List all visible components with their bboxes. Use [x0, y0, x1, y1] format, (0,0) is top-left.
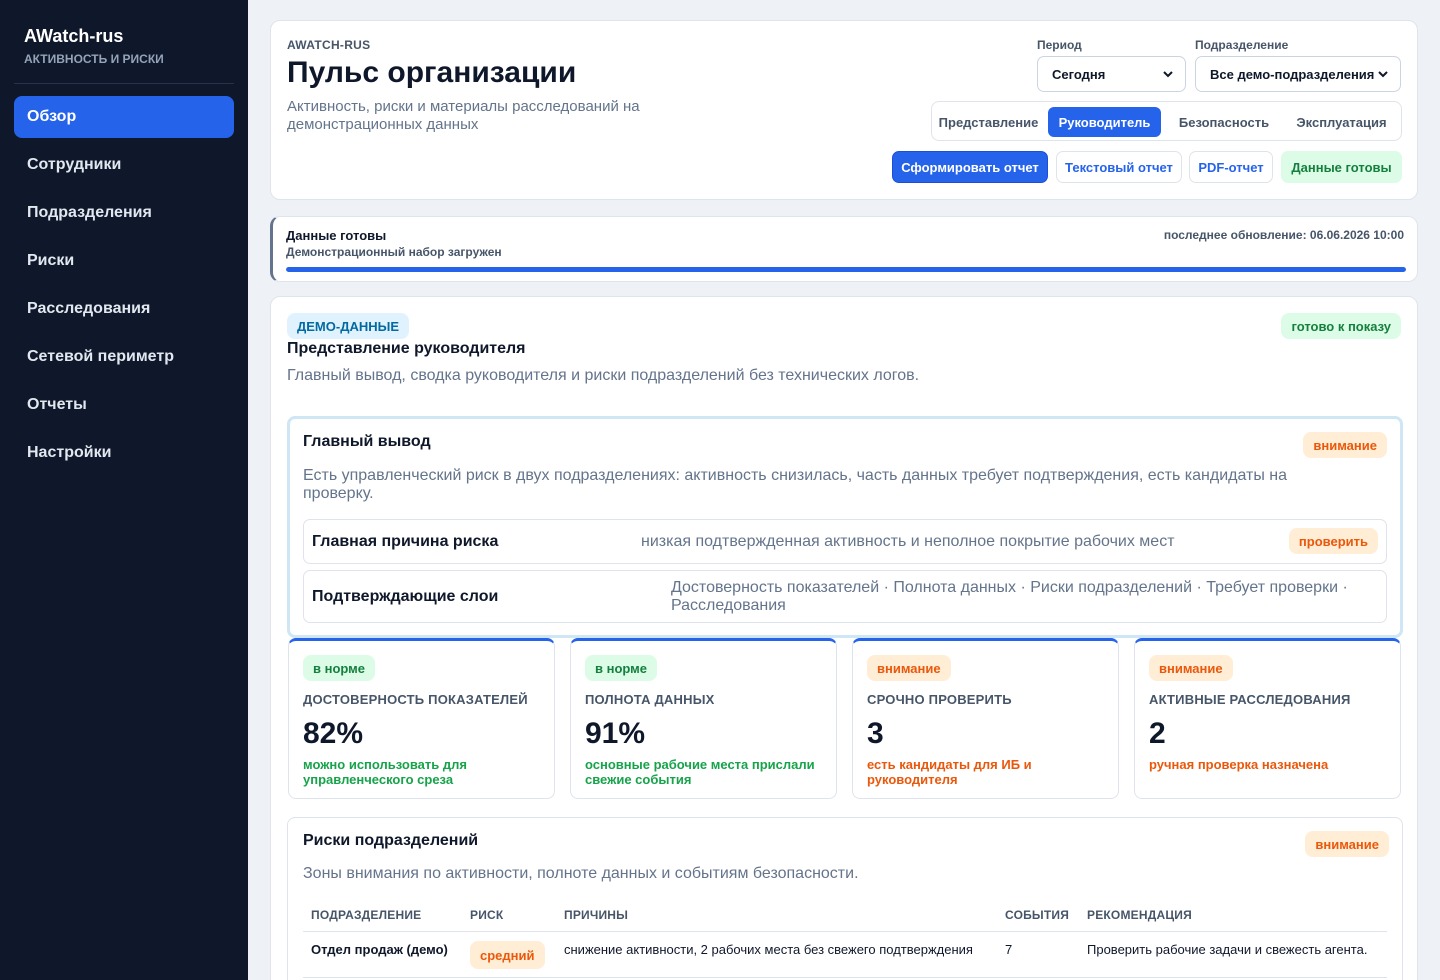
- page-kicker: AWATCH-RUS: [287, 38, 371, 52]
- status-title: Данные готовы: [286, 228, 387, 243]
- cell-reasons: снижение активности, 2 рабочих места без…: [564, 942, 973, 957]
- supporting-layers-value: Достоверность показателей · Полнота данн…: [671, 579, 1348, 614]
- page-header: AWATCH-RUS Пульс организации Активность,…: [270, 20, 1418, 200]
- kpi-card-active-investigations: внимание АКТИВНЫЕ РАССЛЕДОВАНИЯ 2 ручная…: [1134, 638, 1401, 799]
- kpi-value: 91%: [585, 717, 646, 750]
- chevron-down-icon: [1163, 71, 1173, 78]
- section-description: Главный вывод, сводка руководителя и рис…: [287, 367, 920, 384]
- column-header-recommendation: РЕКОМЕНДАЦИЯ: [1087, 908, 1192, 922]
- kpi-card-urgent-check: внимание СРОЧНО ПРОВЕРИТЬ 3 есть кандида…: [852, 638, 1119, 799]
- column-header-events: СОБЫТИЯ: [1005, 908, 1070, 922]
- tab-overview[interactable]: Представление: [937, 107, 1040, 137]
- supporting-layers-label: Подтверждающие слои: [312, 588, 499, 605]
- app-title: AWatch-rus: [24, 26, 124, 46]
- period-select-value: Сегодня: [1052, 66, 1106, 82]
- status-badge: в норме: [303, 655, 376, 681]
- sidebar-item-employees[interactable]: Сотрудники: [14, 144, 234, 186]
- kpi-value: 82%: [303, 717, 364, 750]
- cell-events: 7: [1005, 942, 1013, 957]
- load-progress-bar: [286, 267, 1406, 272]
- division-select-value: Все демо-подразделения: [1210, 66, 1375, 82]
- table-header-divider: [303, 931, 1387, 932]
- kpi-label: ПОЛНОТА ДАННЫХ: [585, 692, 715, 707]
- manager-view-panel: ДЕМО-ДАННЫЕ готово к показу Представлени…: [270, 296, 1418, 980]
- demo-data-tag: ДЕМО-ДАННЫЕ: [287, 313, 410, 339]
- division-select[interactable]: Все демо-подразделения: [1195, 56, 1401, 92]
- pdf-report-button[interactable]: PDF-отчет: [1189, 151, 1273, 183]
- conclusion-title: Главный вывод: [303, 433, 431, 450]
- brand: AWatch-rus АКТИВНОСТЬ И РИСКИ: [24, 26, 164, 66]
- generate-report-button[interactable]: Сформировать отчет: [892, 151, 1048, 183]
- text-report-button[interactable]: Текстовый отчет: [1056, 151, 1182, 183]
- kpi-label: АКТИВНЫЕ РАССЛЕДОВАНИЯ: [1149, 692, 1351, 707]
- status-badge: внимание: [1149, 655, 1233, 681]
- division-label: Подразделение: [1195, 38, 1289, 52]
- section-title: Представление руководителя: [287, 340, 526, 357]
- check-badge: проверить: [1288, 528, 1378, 554]
- kpi-label: ДОСТОВЕРНОСТЬ ПОКАЗАТЕЛЕЙ: [303, 692, 528, 707]
- sidebar: AWatch-rus АКТИВНОСТЬ И РИСКИ Обзор Сотр…: [0, 0, 248, 980]
- division-risks-description: Зоны внимания по активности, полноте дан…: [303, 865, 859, 882]
- column-header-reasons: ПРИЧИНЫ: [564, 908, 629, 922]
- conclusion-text: Есть управленческий риск в двух подразде…: [303, 467, 1288, 502]
- kpi-note: есть кандидаты для ИБ и руководителя: [867, 757, 1032, 787]
- sidebar-item-investigations[interactable]: Расследования: [14, 288, 234, 330]
- tab-manager[interactable]: Руководитель: [1048, 107, 1161, 137]
- sidebar-item-reports[interactable]: Отчеты: [14, 384, 234, 426]
- attention-badge: внимание: [1305, 831, 1389, 857]
- cell-division: Отдел продаж (демо): [311, 942, 448, 957]
- attention-badge: внимание: [1303, 432, 1387, 458]
- risk-cause-value: низкая подтвержденная активность и непол…: [641, 533, 1175, 550]
- sidebar-divider: [14, 83, 234, 84]
- column-header-risk: РИСК: [470, 908, 504, 922]
- sidebar-item-risks[interactable]: Риски: [14, 240, 234, 282]
- ready-to-show-badge: готово к показу: [1281, 313, 1401, 339]
- division-risks-card: Риски подразделений внимание Зоны вниман…: [287, 817, 1403, 980]
- cell-recommendation: Проверить рабочие задачи и свежесть аген…: [1087, 942, 1368, 957]
- view-switcher: Представление Руководитель Безопасность …: [931, 101, 1402, 141]
- column-header-division: ПОДРАЗДЕЛЕНИЕ: [311, 908, 422, 922]
- main-conclusion-card: Главный вывод внимание Есть управленческ…: [287, 416, 1403, 638]
- data-status-card: Данные готовы Демонстрационный набор заг…: [270, 216, 1418, 282]
- division-risks-title: Риски подразделений: [303, 832, 479, 849]
- chevron-down-icon: [1378, 71, 1388, 78]
- tab-operations[interactable]: Эксплуатация: [1287, 107, 1396, 137]
- status-badge: в норме: [585, 655, 658, 681]
- status-badge: внимание: [867, 655, 951, 681]
- load-progress-fill: [286, 267, 1406, 272]
- period-label: Период: [1037, 38, 1082, 52]
- page-title: Пульс организации: [287, 56, 577, 89]
- kpi-value: 3: [867, 717, 884, 750]
- tab-security[interactable]: Безопасность: [1169, 107, 1279, 137]
- page-description: Активность, риски и материалы расследова…: [287, 98, 640, 133]
- kpi-note: ручная проверка назначена: [1149, 757, 1329, 772]
- sidebar-item-divisions[interactable]: Подразделения: [14, 192, 234, 234]
- kpi-note: можно использовать для управленческого с…: [303, 757, 467, 787]
- risk-level-badge: средний: [470, 941, 545, 969]
- kpi-card-reliability: в норме ДОСТОВЕРНОСТЬ ПОКАЗАТЕЛЕЙ 82% мо…: [288, 638, 555, 799]
- kpi-label: СРОЧНО ПРОВЕРИТЬ: [867, 692, 1012, 707]
- sidebar-item-overview[interactable]: Обзор: [14, 96, 234, 138]
- sidebar-item-settings[interactable]: Настройки: [14, 432, 234, 474]
- table-row-divider: [303, 977, 1387, 978]
- period-select[interactable]: Сегодня: [1037, 56, 1186, 92]
- kpi-card-completeness: в норме ПОЛНОТА ДАННЫХ 91% основные рабо…: [570, 638, 837, 799]
- risk-cause-label: Главная причина риска: [312, 533, 499, 550]
- data-ready-badge: Данные готовы: [1281, 151, 1402, 183]
- supporting-layers-row: Подтверждающие слои Достоверность показа…: [303, 570, 1387, 623]
- last-update-time: последнее обновление: 06.06.2026 10:00: [1163, 228, 1404, 242]
- app-subtitle: АКТИВНОСТЬ И РИСКИ: [24, 52, 164, 66]
- status-subtitle: Демонстрационный набор загружен: [286, 245, 502, 259]
- kpi-note: основные рабочие места прислали свежие с…: [585, 757, 815, 787]
- sidebar-item-network-perimeter[interactable]: Сетевой периметр: [14, 336, 234, 378]
- kpi-value: 2: [1149, 717, 1166, 750]
- risk-cause-row: Главная причина риска низкая подтвержден…: [303, 519, 1387, 564]
